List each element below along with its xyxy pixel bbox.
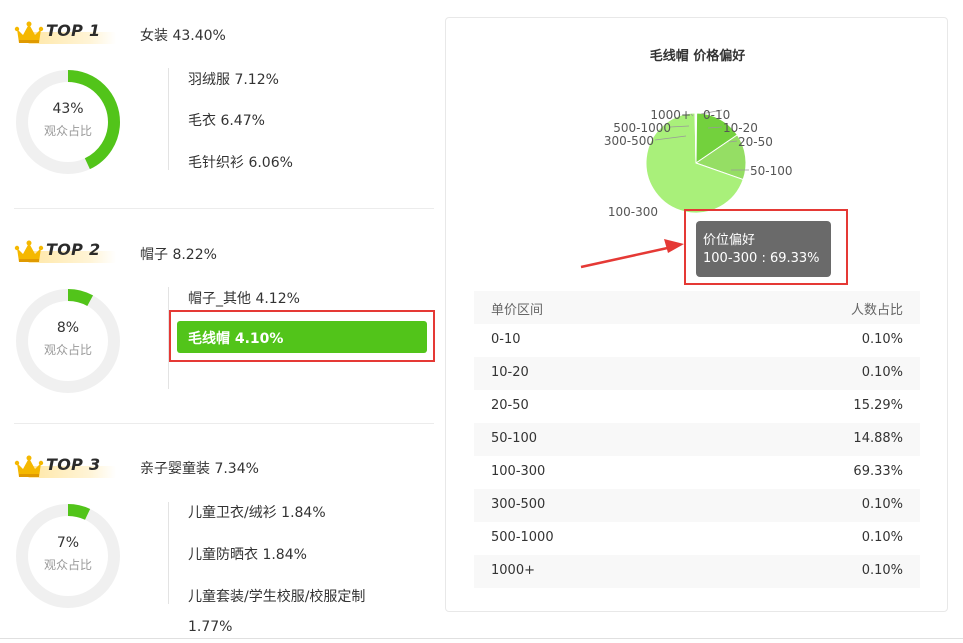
table-header: 单价区间 人数占比 — [474, 291, 920, 324]
cell-share: 69.33% — [853, 464, 903, 479]
top-rank-label: TOP 1 — [46, 21, 101, 40]
donut-percent: 43% — [52, 101, 84, 117]
cell-share: 0.10% — [861, 365, 903, 380]
donut-percent: 8% — [56, 320, 80, 336]
cell-share: 15.29% — [853, 398, 903, 413]
top-badge: TOP 1 — [14, 20, 116, 48]
cell-share: 0.10% — [861, 563, 903, 578]
top-badge: TOP 2 — [14, 239, 116, 267]
table-row: 50-100 14.88% — [474, 423, 920, 456]
category-title: 亲子婴童装 7.34% — [140, 461, 259, 477]
section-divider — [14, 208, 434, 209]
cell-share: 0.10% — [861, 332, 903, 347]
highlight-box — [684, 209, 848, 285]
cell-range: 10-20 — [491, 365, 529, 380]
top-rank-label: TOP 3 — [46, 455, 101, 474]
cell-share: 14.88% — [853, 431, 903, 446]
cell-range: 0-10 — [491, 332, 521, 347]
category-title: 帽子 8.22% — [140, 247, 217, 263]
cell-range: 50-100 — [491, 431, 538, 446]
donut-percent: 7% — [56, 535, 80, 551]
subcategory-item[interactable]: 儿童卫衣/绒衫 1.84% — [188, 502, 326, 522]
table-row: 100-300 69.33% — [474, 456, 920, 489]
audience-donut: 7% 观众占比 — [14, 502, 122, 610]
pie-label: 500-1000 — [613, 121, 671, 135]
table-row: 20-50 15.29% — [474, 390, 920, 423]
crown-icon — [14, 455, 44, 477]
cell-range: 1000+ — [491, 563, 535, 578]
pie-label: 100-300 — [608, 205, 658, 219]
highlight-box — [169, 310, 435, 362]
pie-label: 50-100 — [750, 164, 793, 178]
audience-donut: 43% 观众占比 — [14, 68, 122, 176]
audience-donut: 8% 观众占比 — [14, 287, 122, 395]
table-row: 10-20 0.10% — [474, 357, 920, 390]
table-row: 500-1000 0.10% — [474, 522, 920, 555]
table-row: 1000+ 0.10% — [474, 555, 920, 588]
pie-label: 1000+ — [650, 108, 691, 122]
table-row: 300-500 0.10% — [474, 489, 920, 522]
top-badge: TOP 3 — [14, 454, 116, 482]
subcategory-item[interactable]: 毛衣 6.47% — [188, 110, 265, 130]
subcategory-item[interactable]: 羽绒服 7.12% — [188, 69, 279, 89]
pie-label: 20-50 — [738, 135, 773, 149]
cell-share: 0.10% — [861, 497, 903, 512]
cell-range: 单价区间 — [491, 303, 544, 318]
pie-label: 0-10 — [703, 108, 730, 122]
cell-share: 人数占比 — [850, 303, 903, 318]
cell-share: 0.10% — [861, 530, 903, 545]
section-divider — [14, 423, 434, 424]
price-table: 单价区间 人数占比 0-10 0.10% 10-20 0.10% 20-50 15.29% 50… — [474, 291, 920, 588]
table-row: 0-10 0.10% — [474, 324, 920, 357]
subcategory-item[interactable]: 儿童套装/学生校服/校服定制 — [188, 586, 365, 606]
cell-range: 500-1000 — [491, 530, 554, 545]
page-bottom-border — [0, 638, 963, 639]
cell-range: 20-50 — [491, 398, 529, 413]
subcategory-item[interactable]: 毛针织衫 6.06% — [188, 152, 293, 172]
subcategory-item-wrap: 1.77% — [188, 619, 233, 635]
subcategory-item[interactable]: 儿童防晒衣 1.84% — [188, 544, 307, 564]
category-title: 女装 43.40% — [140, 28, 226, 44]
price-preference-panel: 毛线帽 价格偏好 0-10 10-20 20-50 50-100 100-300 300-… — [445, 17, 948, 612]
crown-icon — [14, 240, 44, 262]
top-rank-label: TOP 2 — [46, 240, 101, 259]
donut-caption: 观众占比 — [43, 124, 92, 138]
crown-icon — [14, 21, 44, 43]
cell-range: 100-300 — [491, 464, 546, 479]
cell-range: 300-500 — [491, 497, 546, 512]
subcategory-item[interactable]: 帽子_其他 4.12% — [188, 288, 300, 308]
pie-label: 300-500 — [604, 134, 654, 148]
donut-caption: 观众占比 — [43, 558, 92, 572]
donut-caption: 观众占比 — [43, 343, 92, 357]
pie-label: 10-20 — [723, 121, 758, 135]
